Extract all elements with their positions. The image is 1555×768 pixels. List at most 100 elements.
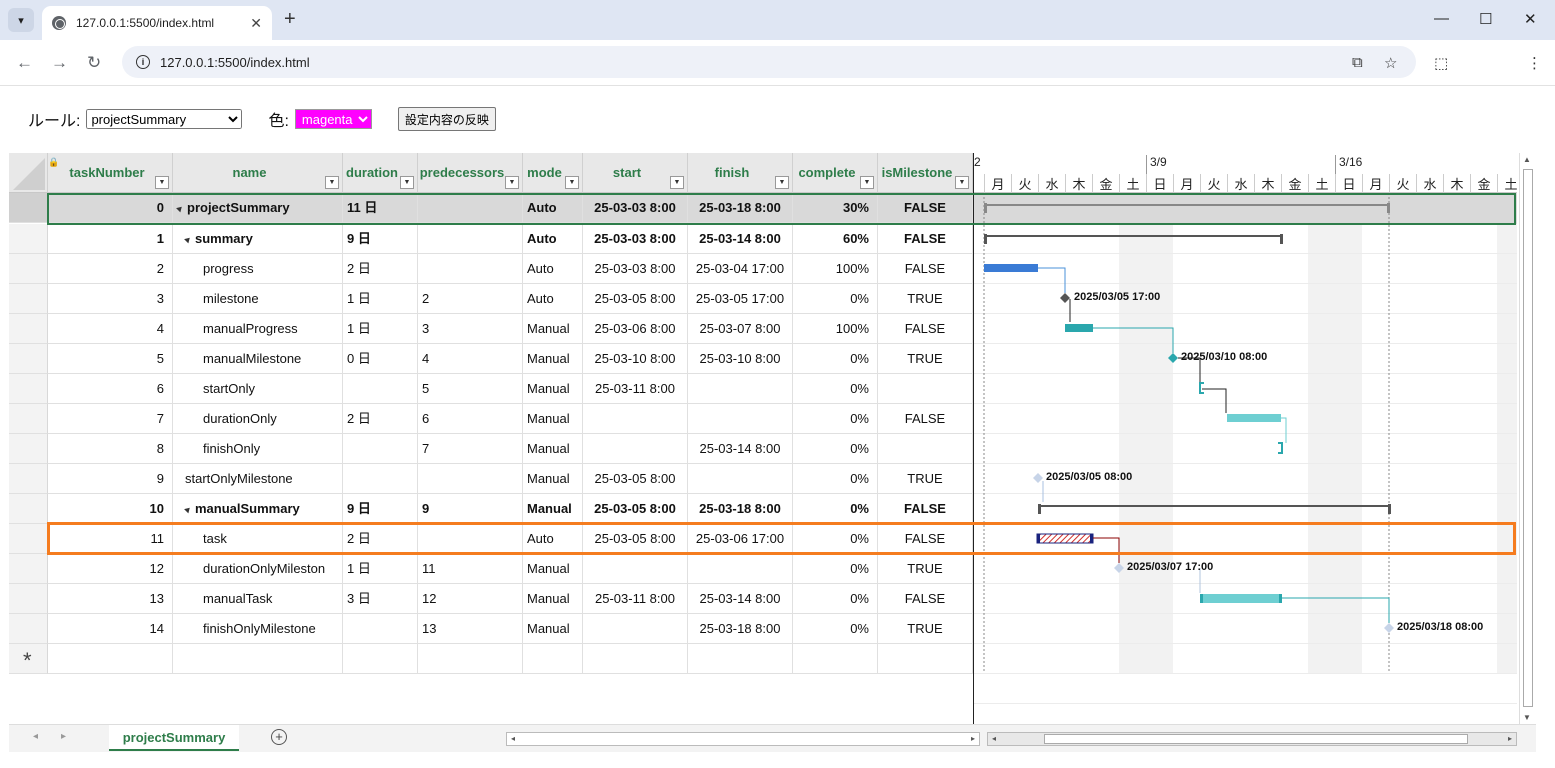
cell-isMilestone[interactable]: FALSE bbox=[878, 494, 973, 524]
table-row[interactable]: 0 projectSummary 11 日 Auto 25-03-03 8:00 25-0… bbox=[9, 193, 973, 224]
cell-predecessors[interactable]: 2 bbox=[418, 284, 523, 314]
column-header-complete[interactable]: complete ▼ bbox=[793, 153, 878, 193]
cell-taskNumber[interactable]: 13 bbox=[48, 584, 173, 614]
cell-start[interactable]: 25-03-05 8:00 bbox=[583, 524, 688, 554]
cell-mode[interactable]: Manual bbox=[523, 314, 583, 344]
cell-isMilestone[interactable]: FALSE bbox=[878, 224, 973, 254]
cell-isMilestone[interactable]: FALSE bbox=[878, 314, 973, 344]
cell-mode[interactable]: Manual bbox=[523, 554, 583, 584]
cell-start[interactable]: 25-03-05 8:00 bbox=[583, 464, 688, 494]
color-select[interactable]: magenta bbox=[294, 109, 372, 129]
vertical-scrollbar[interactable]: ▲ ▼ bbox=[1519, 153, 1536, 724]
filter-dropdown-icon[interactable]: ▼ bbox=[565, 176, 579, 189]
cell-duration[interactable]: 0 日 bbox=[343, 344, 418, 374]
cell-isMilestone[interactable] bbox=[878, 374, 973, 404]
scroll-up-icon[interactable]: ▲ bbox=[1523, 155, 1531, 164]
minimize-icon[interactable]: — bbox=[1434, 10, 1449, 27]
table-row[interactable]: 2 progress 2 日 Auto 25-03-03 8:00 25-03-04 17… bbox=[9, 254, 973, 284]
row-header[interactable] bbox=[9, 224, 48, 254]
cell-duration[interactable]: 9 日 bbox=[343, 224, 418, 254]
cell-isMilestone[interactable] bbox=[878, 434, 973, 464]
cell-duration[interactable]: 1 日 bbox=[343, 284, 418, 314]
cell-mode[interactable]: Manual bbox=[523, 374, 583, 404]
row-header[interactable] bbox=[9, 524, 48, 554]
cell-start[interactable]: 25-03-03 8:00 bbox=[583, 224, 688, 254]
cell-complete[interactable]: 0% bbox=[793, 614, 878, 644]
cell-isMilestone[interactable]: TRUE bbox=[878, 464, 973, 494]
cell-name[interactable]: startOnly bbox=[173, 374, 343, 404]
cell-complete[interactable]: 0% bbox=[793, 464, 878, 494]
cell-mode[interactable]: Manual bbox=[523, 344, 583, 374]
filter-dropdown-icon[interactable]: ▼ bbox=[505, 176, 519, 189]
cell-mode[interactable]: Auto bbox=[523, 193, 583, 223]
cell-duration[interactable]: 2 日 bbox=[343, 404, 418, 434]
cell-start[interactable]: 25-03-11 8:00 bbox=[583, 374, 688, 404]
row-header[interactable] bbox=[9, 254, 48, 284]
site-info-icon[interactable]: i bbox=[136, 55, 150, 69]
new-row-cell[interactable] bbox=[48, 644, 173, 674]
cell-finish[interactable]: 25-03-18 8:00 bbox=[688, 614, 793, 644]
table-row[interactable]: 5 manualMilestone 0 日 4 Manual 25-03-10 8:00 2… bbox=[9, 344, 973, 374]
row-header[interactable] bbox=[9, 554, 48, 584]
scroll-right-icon[interactable]: ▸ bbox=[967, 733, 979, 745]
maximize-icon[interactable]: ☐ bbox=[1479, 10, 1492, 28]
cell-complete[interactable]: 0% bbox=[793, 434, 878, 464]
back-icon[interactable]: ← bbox=[16, 53, 33, 73]
cell-complete[interactable]: 100% bbox=[793, 314, 878, 344]
gantt-scroll-thumb[interactable] bbox=[1044, 734, 1468, 744]
cell-finish[interactable]: 25-03-14 8:00 bbox=[688, 584, 793, 614]
filter-dropdown-icon[interactable]: ▼ bbox=[670, 176, 684, 189]
cell-duration[interactable]: 1 日 bbox=[343, 554, 418, 584]
cell-complete[interactable]: 0% bbox=[793, 404, 878, 434]
cell-complete[interactable]: 100% bbox=[793, 254, 878, 284]
cell-complete[interactable]: 0% bbox=[793, 584, 878, 614]
cell-predecessors[interactable]: 12 bbox=[418, 584, 523, 614]
forward-icon[interactable]: → bbox=[51, 53, 68, 73]
apply-settings-button[interactable]: 設定内容の反映 bbox=[397, 107, 496, 131]
rule-select[interactable]: projectSummary bbox=[86, 109, 243, 129]
cell-mode[interactable]: Manual bbox=[523, 464, 583, 494]
cell-predecessors[interactable] bbox=[418, 464, 523, 494]
cell-start[interactable]: 25-03-11 8:00 bbox=[583, 584, 688, 614]
filter-dropdown-icon[interactable]: ▼ bbox=[860, 176, 874, 189]
cell-start[interactable]: 25-03-05 8:00 bbox=[583, 494, 688, 524]
filter-dropdown-icon[interactable]: ▼ bbox=[155, 176, 169, 189]
row-header[interactable] bbox=[9, 344, 48, 374]
cell-finish[interactable]: 25-03-18 8:00 bbox=[688, 494, 793, 524]
reload-icon[interactable]: ↻ bbox=[87, 53, 101, 73]
cell-start[interactable] bbox=[583, 434, 688, 464]
row-header[interactable] bbox=[9, 434, 48, 464]
table-row[interactable]: 12 durationOnlyMileston 1 日 11 Manual 0% TRUE bbox=[9, 554, 973, 584]
menu-icon[interactable]: ⋮ bbox=[1527, 54, 1542, 72]
cell-mode[interactable]: Auto bbox=[523, 524, 583, 554]
cell-complete[interactable]: 0% bbox=[793, 374, 878, 404]
cell-finish[interactable]: 25-03-05 17:00 bbox=[688, 284, 793, 314]
table-row[interactable]: 4 manualProgress 1 日 3 Manual 25-03-06 8:00 25… bbox=[9, 314, 973, 344]
cell-duration[interactable]: 1 日 bbox=[343, 314, 418, 344]
column-header-predecessors[interactable]: predecessors ▼ bbox=[418, 153, 523, 193]
table-row[interactable]: 8 finishOnly 7 Manual 25-03-14 8:00 0% bbox=[9, 434, 973, 464]
cell-taskNumber[interactable]: 9 bbox=[48, 464, 173, 494]
grid-horizontal-scrollbar[interactable]: ◂ ▸ bbox=[506, 732, 980, 746]
cell-finish[interactable] bbox=[688, 554, 793, 584]
cell-taskNumber[interactable]: 2 bbox=[48, 254, 173, 284]
cell-start[interactable]: 25-03-03 8:00 bbox=[583, 254, 688, 284]
bookmark-star-icon[interactable]: ☆ bbox=[1384, 54, 1397, 72]
cell-duration[interactable]: 2 日 bbox=[343, 524, 418, 554]
extensions-icon[interactable]: ⬚ bbox=[1434, 54, 1448, 72]
cell-duration[interactable] bbox=[343, 614, 418, 644]
cell-isMilestone[interactable]: TRUE bbox=[878, 344, 973, 374]
sheet-tab[interactable]: projectSummary bbox=[109, 725, 239, 751]
cell-isMilestone[interactable]: FALSE bbox=[878, 193, 973, 223]
cell-predecessors[interactable]: 5 bbox=[418, 374, 523, 404]
gantt-scroll-right-icon[interactable]: ▸ bbox=[1504, 733, 1516, 745]
filter-dropdown-icon[interactable]: ▼ bbox=[325, 176, 339, 189]
cell-complete[interactable]: 0% bbox=[793, 494, 878, 524]
cell-finish[interactable] bbox=[688, 374, 793, 404]
cell-complete[interactable]: 60% bbox=[793, 224, 878, 254]
cell-taskNumber[interactable]: 14 bbox=[48, 614, 173, 644]
cell-predecessors[interactable]: 3 bbox=[418, 314, 523, 344]
filter-dropdown-icon[interactable]: ▼ bbox=[775, 176, 789, 189]
gantt-scroll-left-icon[interactable]: ◂ bbox=[988, 733, 1000, 745]
filter-dropdown-icon[interactable]: ▼ bbox=[955, 176, 969, 189]
